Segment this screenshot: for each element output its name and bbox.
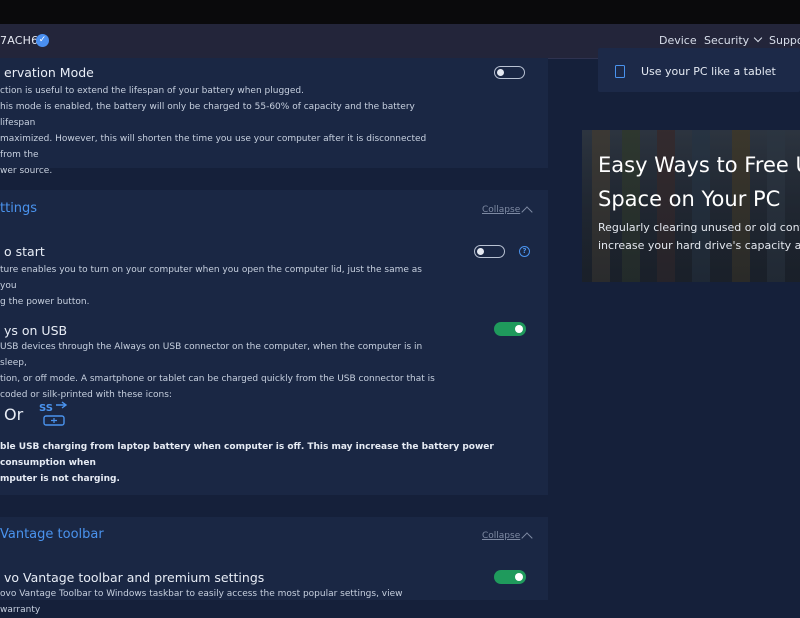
verified-check-icon: ✓ [36,34,49,47]
vantage-toolbar-toggle[interactable] [494,570,526,584]
promo-title: Easy Ways to Free Up Space on Your PC [598,148,800,216]
vantage-toolbar-description: ovo Vantage Toolbar to Windows taskbar t… [0,586,440,618]
collapse-link-settings[interactable]: Collapse [482,205,520,215]
description-line: g the power button. [0,297,90,307]
always-on-usb-toggle[interactable] [494,322,526,336]
or-label: Or [4,405,24,424]
always-on-usb-title: ys on USB [4,323,68,338]
description-line: USB devices through the Always on USB co… [0,342,423,368]
collapse-link-toolbar[interactable]: Collapse [482,531,520,541]
window-top-bar [0,0,800,24]
description-line: ovo Vantage Toolbar to Windows taskbar t… [0,589,403,615]
flip-to-start-toggle[interactable] [474,245,505,258]
promo-title-line: Easy Ways to Free Up [598,153,800,177]
promo-text-line: increase your hard drive's capacity and [598,239,800,252]
usb-charging-note: ble USB charging from laptop battery whe… [0,439,545,487]
conservation-mode-title: ervation Mode [4,65,94,80]
note-line: mputer is not charging. [0,474,120,484]
description-line: ture enables you to turn on your compute… [0,265,422,291]
nav-security[interactable]: Security [704,33,763,47]
section-title-vantage-toolbar: Vantage toolbar [0,527,104,542]
description-line: wer source. [0,166,53,176]
nav-device[interactable]: Device [659,34,697,47]
ss-icon-text: SS [39,403,53,414]
ss-usb-charging-icon: SS [39,401,68,426]
promo-text-line: Regularly clearing unused or old conte [598,221,800,234]
description-line: ction is useful to extend the lifespan o… [0,86,304,96]
conservation-mode-description: ction is useful to extend the lifespan o… [0,83,440,179]
tablet-mode-label[interactable]: Use your PC like a tablet [641,65,776,78]
note-line: ble USB charging from laptop battery whe… [0,442,494,468]
flip-to-start-title: o start [4,244,45,259]
always-on-usb-description: USB devices through the Always on USB co… [0,339,440,403]
chevron-down-icon [753,33,763,43]
description-line: maximized. However, this will shorten th… [0,134,427,160]
conservation-mode-toggle[interactable] [494,66,525,79]
vantage-toolbar-item-title: vo Vantage toolbar and premium settings [4,570,265,585]
help-icon[interactable]: ? [519,246,530,257]
promo-title-line: Space on Your PC [598,187,781,211]
section-title-settings: ttings [0,201,38,216]
promo-text: Regularly clearing unused or old conte i… [598,219,800,255]
tablet-icon [615,65,625,78]
description-line: tion, or off mode. A smartphone or table… [0,374,435,384]
flip-to-start-description: ture enables you to turn on your compute… [0,262,440,310]
description-line: his mode is enabled, the battery will on… [0,102,415,128]
nav-support[interactable]: Suppo [769,34,800,47]
